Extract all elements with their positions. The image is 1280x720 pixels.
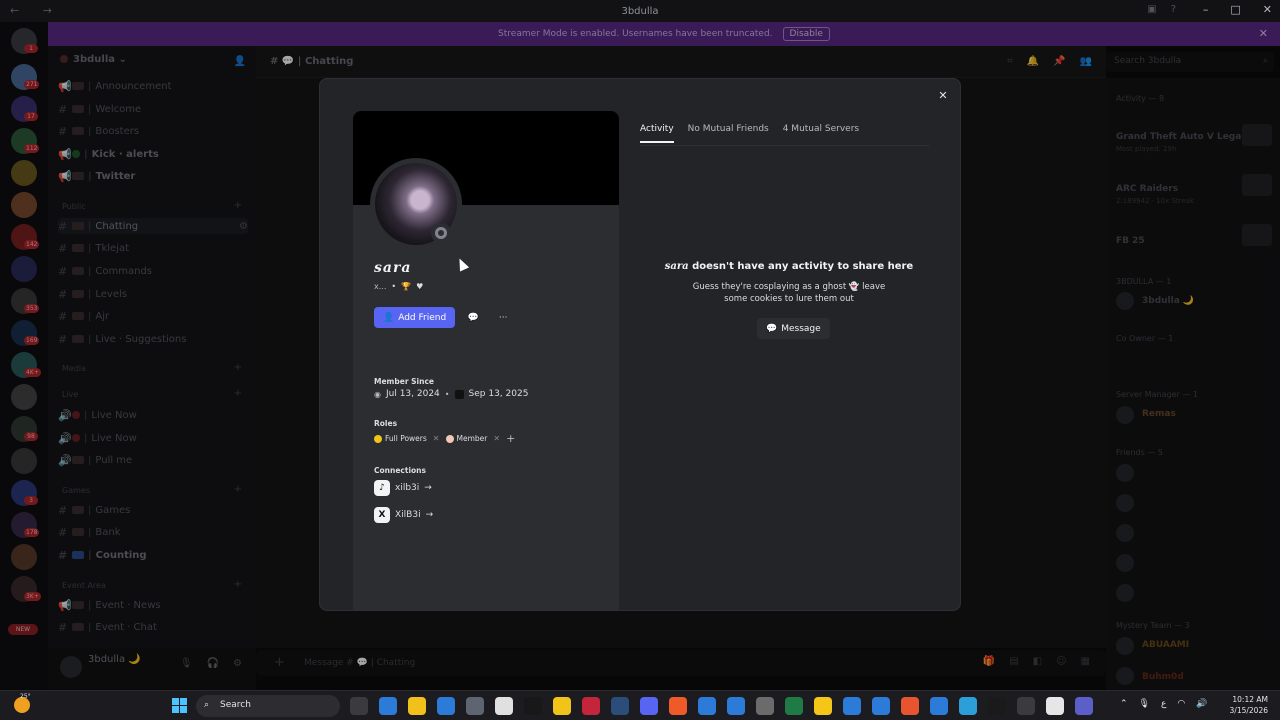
server-icon (454, 389, 464, 399)
arrow-icon: → (424, 483, 432, 493)
profile-actions: 👤 Add Friend 💬 ··· (374, 307, 516, 328)
taskbar-app-icon[interactable] (930, 697, 948, 715)
empty-activity-title: sara doesn't have any activity to share … (664, 261, 914, 272)
taskbar-app-icon[interactable] (640, 697, 658, 715)
taskbar-app-icon[interactable] (901, 697, 919, 715)
connection-item[interactable]: X XilB3i → (374, 507, 433, 523)
profile-detail-panel: Activity No Mutual Friends 4 Mutual Serv… (619, 111, 929, 610)
search-icon: ⌕ (204, 700, 210, 710)
connection-item[interactable]: ♪ xilb3i → (374, 480, 432, 496)
taskbar-app-icon[interactable] (814, 697, 832, 715)
taskbar-app-icon[interactable] (466, 697, 484, 715)
clock[interactable]: 10:12 AM 3/15/2026 (1224, 694, 1268, 716)
mic-icon[interactable]: 🎙 (1139, 699, 1150, 709)
message-button[interactable]: 💬 Message (757, 318, 830, 339)
title-bar-tools: ▣ ? (1147, 4, 1176, 15)
discord-window: ← → 3bdulla ▣ ? – □ ✕ Streamer Mode is e… (0, 0, 1280, 720)
taskbar-app-icon[interactable] (1075, 697, 1093, 715)
arrow-icon: → (425, 510, 434, 520)
window-title: 3bdulla (621, 5, 659, 17)
role-pill[interactable]: Full Powers ✕ (374, 434, 440, 443)
trophy-icon: 🏆 (401, 282, 412, 291)
taskbar-app-icon[interactable] (843, 697, 861, 715)
taskbar-app-icon[interactable] (669, 697, 687, 715)
heart-icon: ♥ (416, 282, 424, 291)
chevron-up-icon[interactable]: ⌃ (1120, 699, 1128, 709)
taskbar-app-icon[interactable] (611, 697, 629, 715)
help-icon[interactable]: ? (1171, 4, 1176, 15)
server-join-date: Sep 13, 2025 (468, 389, 529, 399)
username-row: x... • 🏆 ♥ (374, 282, 424, 291)
language-icon[interactable]: ع (1161, 699, 1166, 709)
more-button[interactable]: ··· (491, 307, 516, 328)
x-icon: X (374, 507, 390, 523)
system-tray: ⌃ 🎙 ع ◠ 🔊 (1120, 699, 1207, 709)
title-bar: ← → 3bdulla ▣ ? – □ ✕ (0, 0, 1280, 22)
tabs-divider (640, 145, 929, 146)
taskbar-app-icon[interactable] (785, 697, 803, 715)
discord-join-date: Jul 13, 2024 (385, 389, 440, 399)
role-color-dot (445, 434, 454, 443)
close-icon[interactable]: ✕ (934, 87, 952, 105)
role-pill[interactable]: Member ✕ (445, 434, 500, 443)
inbox-icon[interactable]: ▣ (1147, 4, 1156, 15)
date: 3/15/2026 (1229, 706, 1268, 715)
taskbar-app-icon[interactable] (1046, 697, 1064, 715)
taskbar-app-icon[interactable] (437, 697, 455, 715)
window-controls: – □ ✕ (1203, 3, 1272, 16)
taskbar-app-icon[interactable] (524, 697, 542, 715)
taskbar-search[interactable]: ⌕ Search (196, 695, 340, 717)
taskbar-app-icon[interactable] (959, 697, 977, 715)
add-friend-button[interactable]: 👤 Add Friend (374, 307, 456, 328)
tab-mutual-servers[interactable]: 4 Mutual Servers (783, 124, 859, 143)
remove-role-icon[interactable]: ✕ (493, 434, 500, 443)
connections-label: Connections (374, 466, 426, 475)
taskbar-apps (350, 697, 1093, 715)
message-icon-button[interactable]: 💬 (461, 307, 486, 328)
username[interactable]: x... (374, 282, 386, 291)
discord-logo-icon: ◉ (374, 389, 381, 399)
member-since-label: Member Since (374, 377, 434, 386)
profile-card: sara x... • 🏆 ♥ 👤 Add Friend 💬 ··· Member… (353, 111, 619, 610)
role-color-dot (374, 434, 382, 443)
taskbar-app-icon[interactable] (379, 697, 397, 715)
chat-bubble-icon: 💬 (467, 312, 479, 323)
time: 10:12 AM (1232, 695, 1268, 704)
taskbar-app-icon[interactable] (756, 697, 774, 715)
taskbar-app-icon[interactable] (872, 697, 890, 715)
add-role-icon[interactable]: + (506, 432, 515, 445)
profile-tabs: Activity No Mutual Friends 4 Mutual Serv… (640, 124, 859, 143)
user-profile-modal: ✕ sara x... • 🏆 ♥ 👤 Add Friend 💬 ··· Memb… (319, 78, 961, 611)
roles-list: Full Powers ✕ Member ✕ + (374, 432, 515, 445)
nav-arrows[interactable]: ← → (10, 4, 62, 17)
maximize-icon[interactable]: □ (1230, 3, 1240, 16)
close-window-icon[interactable]: ✕ (1263, 3, 1272, 16)
add-user-icon: 👤 (383, 312, 395, 323)
weather-temp: 25° (20, 693, 31, 700)
member-since-row: ◉ Jul 13, 2024 • Sep 13, 2025 (374, 389, 529, 399)
minimize-icon[interactable]: – (1203, 3, 1209, 16)
taskbar-app-icon[interactable] (408, 697, 426, 715)
taskbar-app-icon[interactable] (582, 697, 600, 715)
taskbar-app-icon[interactable] (988, 697, 1006, 715)
chat-bubble-icon: 💬 (766, 323, 778, 334)
empty-activity-subtitle: Guess they're cosplaying as a ghost 👻 le… (692, 282, 886, 304)
taskbar-app-icon[interactable] (553, 697, 571, 715)
display-name: sara (374, 260, 412, 276)
offline-status-icon (431, 223, 451, 243)
tab-activity[interactable]: Activity (640, 124, 674, 143)
taskbar-app-icon[interactable] (495, 697, 513, 715)
tiktok-icon: ♪ (374, 480, 390, 496)
taskbar-app-icon[interactable] (1017, 697, 1035, 715)
wifi-icon[interactable]: ◠ (1177, 699, 1185, 709)
taskbar-app-icon[interactable] (698, 697, 716, 715)
taskbar-app-icon[interactable] (350, 697, 368, 715)
tab-mutual-friends[interactable]: No Mutual Friends (688, 124, 769, 143)
taskbar-app-icon[interactable] (727, 697, 745, 715)
start-icon[interactable] (172, 698, 187, 713)
roles-label: Roles (374, 419, 398, 428)
windows-taskbar: 25° ⌕ Search ⌃ 🎙 ع ◠ 🔊 10:12 AM 3/15/2026 (0, 690, 1280, 720)
remove-role-icon[interactable]: ✕ (433, 434, 440, 443)
volume-icon[interactable]: 🔊 (1196, 699, 1207, 709)
